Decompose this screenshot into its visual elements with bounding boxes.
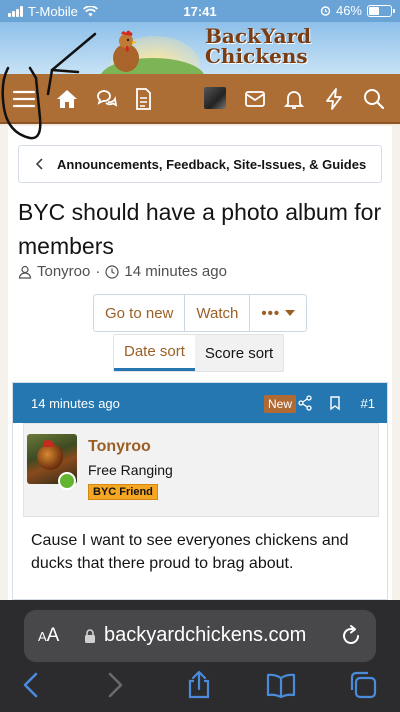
user-icon: [18, 265, 32, 279]
thread-author[interactable]: Tonyroo: [37, 263, 90, 280]
battery-percent: 46%: [335, 3, 362, 18]
status-bar: T-Mobile 17:41 46%: [0, 0, 400, 22]
meta-separator: ·: [95, 263, 101, 280]
breadcrumb-label: Announcements, Feedback, Site-Issues, & …: [57, 156, 367, 172]
caret-down-icon: [285, 310, 296, 316]
post-number[interactable]: #1: [361, 396, 375, 411]
bookmark-icon[interactable]: [327, 395, 343, 411]
share-icon[interactable]: [297, 395, 313, 411]
post-username[interactable]: Tonyroo: [88, 438, 151, 456]
post-time[interactable]: 14 minutes ago: [31, 396, 120, 411]
mail-icon[interactable]: [243, 87, 267, 111]
post-user-block: Tonyroo Free Ranging BYC Friend: [23, 423, 379, 517]
lock-icon: [85, 629, 95, 643]
site-logo: BackYard Chickens: [205, 24, 312, 68]
friend-badge: BYC Friend: [88, 484, 158, 500]
site-banner[interactable]: BackYard Chickens: [0, 22, 400, 74]
thread-title: BYC should have a photo album for member…: [18, 199, 382, 259]
post: 14 minutes ago New #1 Tonyroo Free Rangi…: [12, 382, 388, 600]
online-status-icon: [58, 472, 76, 490]
go-to-new-button[interactable]: Go to new: [94, 295, 186, 331]
reader-settings-button[interactable]: AA: [38, 625, 59, 647]
clock-icon: [105, 264, 119, 279]
thread-meta: Tonyroo · 14 minutes ago: [18, 263, 227, 280]
user-avatar-icon[interactable]: [204, 87, 226, 109]
post-body: Cause I want to see everyones chickens a…: [31, 532, 349, 572]
battery-icon: [367, 4, 395, 17]
chevron-left-icon: [35, 158, 43, 170]
home-icon[interactable]: [55, 87, 79, 111]
watch-button[interactable]: Watch: [185, 295, 251, 331]
alarm-icon: [320, 6, 331, 16]
rooster-logo-icon: [113, 30, 139, 72]
address-bar[interactable]: AA backyardchickens.com: [24, 610, 376, 662]
user-title: Free Ranging: [88, 462, 173, 478]
new-badge: New: [264, 395, 297, 413]
more-options-button[interactable]: •••: [250, 295, 306, 331]
forward-icon[interactable]: [100, 670, 130, 702]
menu-icon[interactable]: [12, 87, 36, 111]
sort-tabs: Date sort Score sort: [113, 334, 285, 372]
tab-score-sort[interactable]: Score sort: [195, 335, 283, 371]
breadcrumb[interactable]: Announcements, Feedback, Site-Issues, & …: [18, 145, 382, 183]
main-nav: [0, 74, 400, 124]
tabs-icon[interactable]: [348, 670, 378, 702]
bell-icon[interactable]: [282, 87, 306, 111]
thread-actions: Go to new Watch •••: [93, 294, 308, 332]
bolt-icon[interactable]: [322, 87, 346, 111]
tab-date-sort[interactable]: Date sort: [114, 335, 195, 371]
back-icon[interactable]: [16, 670, 46, 702]
reload-icon[interactable]: [340, 623, 362, 647]
post-header: 14 minutes ago New #1: [13, 383, 387, 423]
bookmarks-icon[interactable]: [266, 670, 296, 702]
more-dots-icon: •••: [261, 304, 281, 322]
chat-icon[interactable]: [95, 87, 119, 111]
document-icon[interactable]: [131, 87, 155, 111]
thread-time[interactable]: 14 minutes ago: [124, 263, 227, 280]
share-sheet-icon[interactable]: [184, 670, 214, 702]
browser-toolbar: AA backyardchickens.com: [0, 600, 400, 712]
url-text[interactable]: backyardchickens.com: [104, 624, 306, 647]
search-icon[interactable]: [362, 87, 386, 111]
